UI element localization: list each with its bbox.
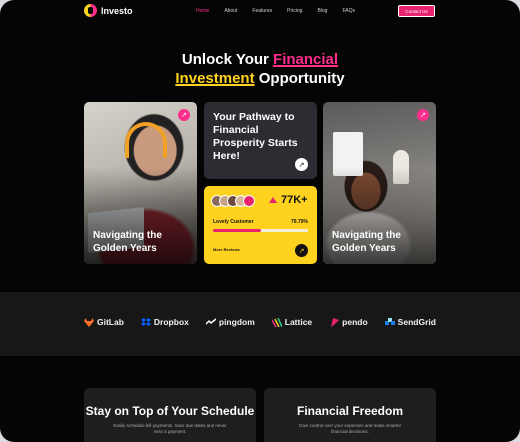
feature-title-freedom: Financial Freedom bbox=[296, 404, 404, 418]
progress-fill bbox=[213, 229, 261, 232]
hero-line2-b: Opportunity bbox=[254, 70, 345, 87]
customer-stats-card: 77K+ Lovely Customer 79.79% More Reviews… bbox=[204, 186, 317, 264]
hero-title: Unlock Your Financial Investment Opportu… bbox=[0, 50, 520, 88]
brand-gitlab: GitLab bbox=[84, 317, 124, 327]
avatar-group bbox=[211, 195, 255, 207]
arrow-up-right-icon[interactable]: ↗ bbox=[417, 109, 429, 121]
feature-title-schedule: Stay on Top of Your Schedule bbox=[85, 404, 255, 418]
brand-sendgrid: SendGrid bbox=[384, 317, 436, 327]
arrow-up-right-icon[interactable]: ↗ bbox=[295, 244, 308, 257]
trend-up-icon bbox=[269, 197, 277, 203]
hero-line1-a: Unlock Your bbox=[181, 51, 274, 68]
more-reviews-link[interactable]: More Reviews bbox=[213, 247, 240, 252]
logo-icon bbox=[84, 4, 97, 17]
nav-about[interactable]: About bbox=[224, 8, 237, 14]
arrow-up-right-icon[interactable]: ↗ bbox=[295, 158, 308, 171]
dropbox-icon bbox=[140, 317, 151, 326]
contact-button[interactable]: Contact Us bbox=[398, 5, 435, 17]
nav-blog[interactable]: Blog bbox=[317, 8, 327, 14]
lattice-icon bbox=[271, 317, 282, 327]
hero-highlight-investment: Investment bbox=[175, 70, 255, 87]
top-nav: Investo Home About Features Pricing Blog… bbox=[0, 0, 520, 22]
photo-card-left[interactable]: ↗ Navigating the Golden Years bbox=[84, 102, 197, 264]
pendo-icon bbox=[331, 317, 340, 327]
brand-dropbox: Dropbox bbox=[140, 317, 189, 327]
avatar bbox=[243, 195, 255, 207]
page-frame: Investo Home About Features Pricing Blog… bbox=[0, 0, 520, 442]
customer-percent: 79.79% bbox=[291, 219, 308, 225]
feature-text-schedule: Easily schedule bill payments, track due… bbox=[113, 423, 227, 434]
brand-pingdom: pingdom bbox=[205, 317, 255, 327]
hero-highlight-financial: Financial bbox=[273, 51, 339, 68]
gitlab-icon bbox=[84, 317, 94, 327]
nav-pricing[interactable]: Pricing bbox=[287, 8, 302, 14]
feature-card-schedule: Stay on Top of Your Schedule Easily sche… bbox=[84, 388, 256, 442]
photo-card-right[interactable]: ↗ Navigating the Golden Years bbox=[323, 102, 436, 264]
brand-name: Investo bbox=[101, 5, 133, 16]
feature-text-freedom: Gain control over your expenses and make… bbox=[298, 423, 402, 434]
customer-count: 77K+ bbox=[281, 194, 308, 206]
customer-label: Lovely Customer bbox=[213, 219, 254, 225]
nav-features[interactable]: Features bbox=[252, 8, 272, 14]
nav-faqs[interactable]: FAQs bbox=[342, 8, 355, 14]
partner-logos-strip: GitLab Dropbox pingdom Lattice pendo Sen… bbox=[0, 292, 520, 356]
brand-pendo: pendo bbox=[329, 317, 368, 327]
card-caption-right: Navigating the Golden Years bbox=[332, 230, 401, 254]
brand-lattice: Lattice bbox=[271, 317, 312, 327]
brand-logo[interactable]: Investo bbox=[84, 4, 133, 17]
pingdom-icon bbox=[205, 317, 216, 325]
pathway-card[interactable]: Your Pathway to Financial Prosperity Sta… bbox=[204, 102, 317, 179]
nav-home[interactable]: Home bbox=[196, 8, 209, 14]
card-caption-left: Navigating the Golden Years bbox=[93, 230, 162, 254]
nav-menu: Home About Features Pricing Blog FAQs bbox=[196, 8, 355, 14]
feature-card-freedom: Financial Freedom Gain control over your… bbox=[264, 388, 436, 442]
brand-list: GitLab Dropbox pingdom Lattice pendo Sen… bbox=[84, 317, 436, 327]
arrow-up-right-icon[interactable]: ↗ bbox=[178, 109, 190, 121]
headphone-shape bbox=[125, 122, 167, 158]
sendgrid-icon bbox=[384, 317, 395, 325]
progress-track bbox=[213, 229, 308, 232]
pathway-text: Your Pathway to Financial Prosperity Sta… bbox=[213, 111, 298, 162]
